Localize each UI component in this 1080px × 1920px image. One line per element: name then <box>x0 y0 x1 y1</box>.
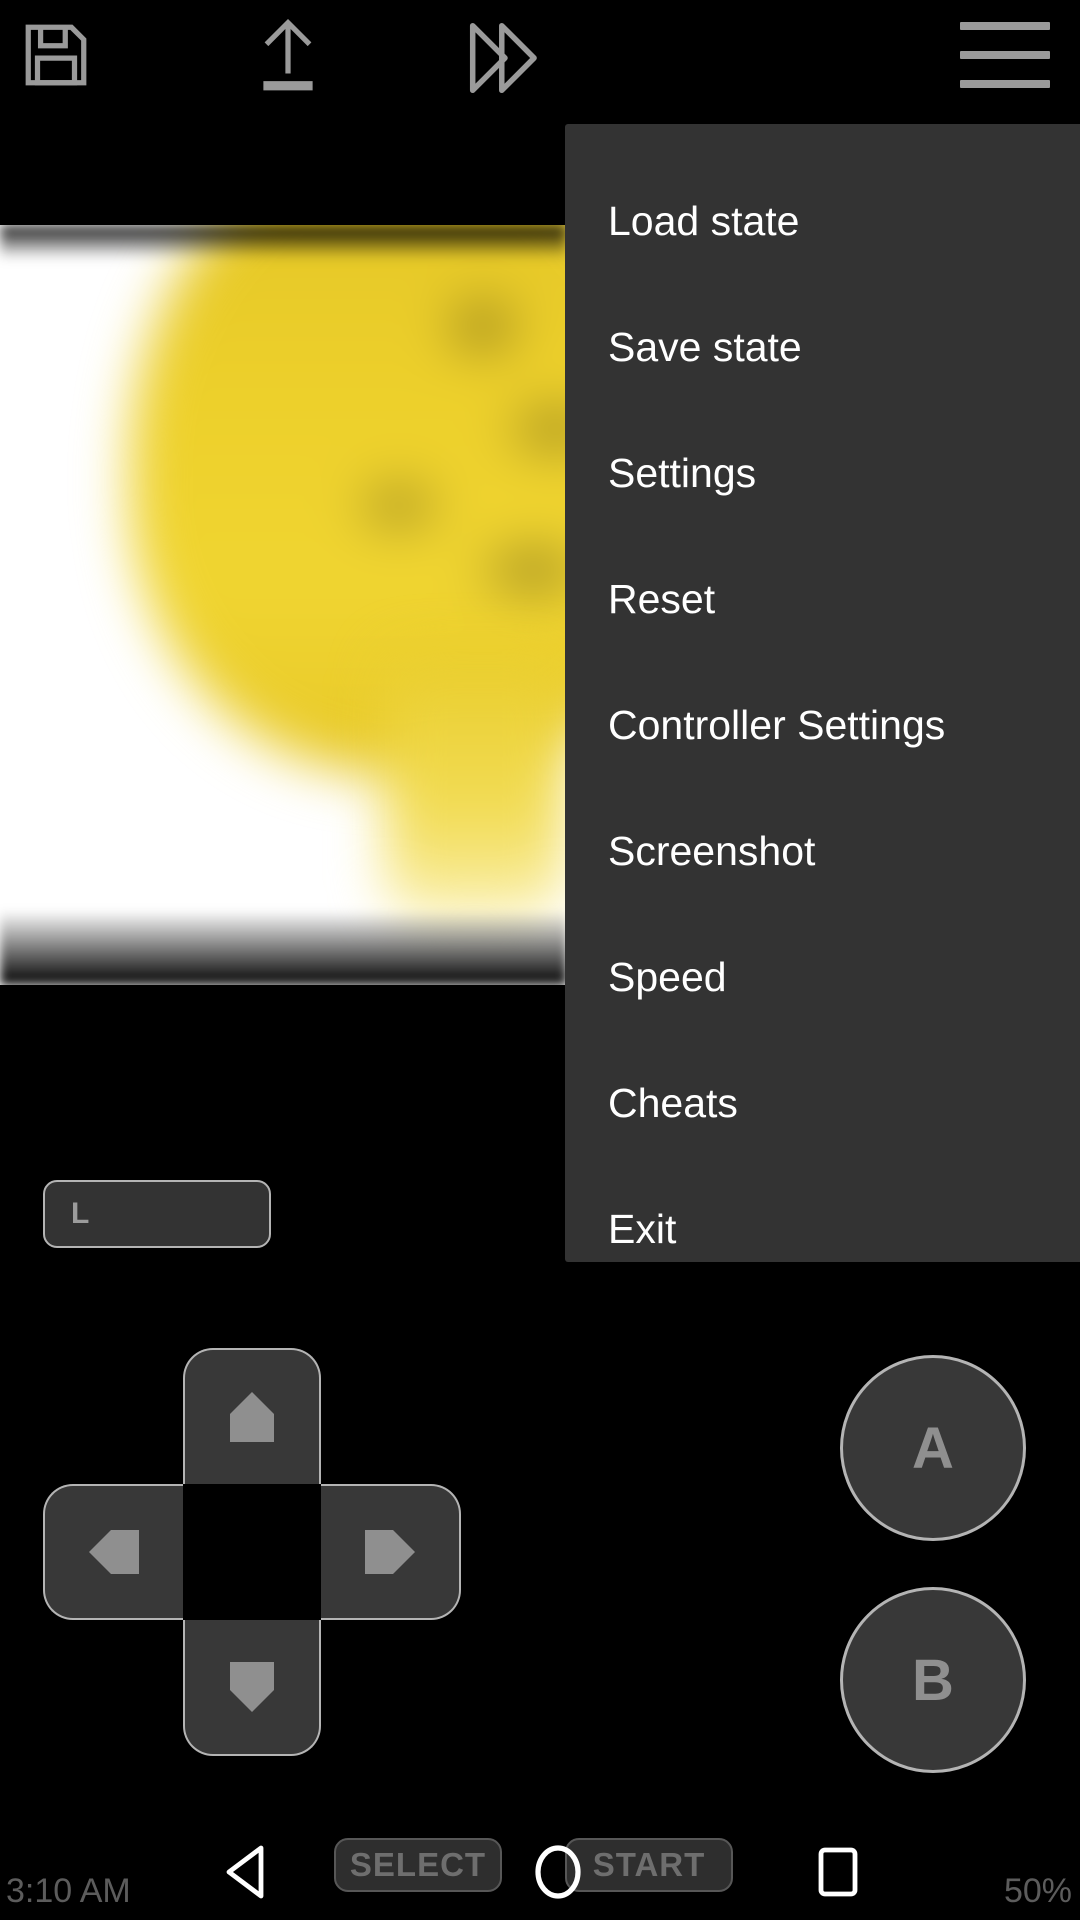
options-menu-panel: Load state Save state Settings Reset Con… <box>565 124 1080 1262</box>
menu-item-settings[interactable]: Settings <box>565 410 1080 536</box>
hamburger-menu-icon[interactable] <box>955 22 1055 88</box>
down-arrow-icon <box>230 1662 274 1712</box>
recents-square-icon[interactable] <box>800 1834 876 1910</box>
dpad-up-button[interactable] <box>183 1348 321 1484</box>
menu-item-exit[interactable]: Exit <box>565 1166 1080 1292</box>
menu-item-reset[interactable]: Reset <box>565 536 1080 662</box>
shoulder-button-l[interactable]: L <box>43 1180 271 1248</box>
hamburger-bar-3 <box>960 80 1050 88</box>
dpad-right-button[interactable] <box>321 1484 461 1620</box>
game-fade-bottom <box>0 910 567 985</box>
status-bar-battery: 50% <box>1003 1872 1072 1910</box>
menu-item-screenshot[interactable]: Screenshot <box>565 788 1080 914</box>
menu-item-controller-settings[interactable]: Controller Settings <box>565 662 1080 788</box>
face-button-a[interactable]: A <box>840 1355 1026 1541</box>
android-navigation-bar <box>0 1826 1080 1920</box>
hamburger-bar-2 <box>960 51 1050 59</box>
game-fade-top <box>0 225 567 259</box>
back-triangle-icon[interactable] <box>200 1834 290 1910</box>
fast-forward-icon[interactable] <box>455 10 555 105</box>
face-button-b[interactable]: B <box>840 1587 1026 1773</box>
dpad-down-button[interactable] <box>183 1620 321 1756</box>
left-arrow-icon <box>89 1530 139 1574</box>
emulator-screen: Load state Save state Settings Reset Con… <box>0 0 1080 1920</box>
upload-arrow-icon[interactable] <box>240 10 336 100</box>
dpad-left-button[interactable] <box>43 1484 183 1620</box>
dpad <box>43 1348 461 1768</box>
home-circle-icon[interactable] <box>520 1834 596 1910</box>
game-graphic-stem <box>385 655 565 915</box>
top-toolbar <box>0 0 1080 110</box>
status-bar-time: 3:10 AM <box>6 1872 131 1910</box>
menu-item-load-state[interactable]: Load state <box>565 158 1080 284</box>
menu-item-speed[interactable]: Speed <box>565 914 1080 1040</box>
menu-item-save-state[interactable]: Save state <box>565 284 1080 410</box>
floppy-disk-icon[interactable] <box>8 10 104 100</box>
menu-item-cheats[interactable]: Cheats <box>565 1040 1080 1166</box>
game-viewport[interactable] <box>0 225 567 985</box>
hamburger-bar-1 <box>960 22 1050 30</box>
right-arrow-icon <box>365 1530 415 1574</box>
up-arrow-icon <box>230 1392 274 1442</box>
